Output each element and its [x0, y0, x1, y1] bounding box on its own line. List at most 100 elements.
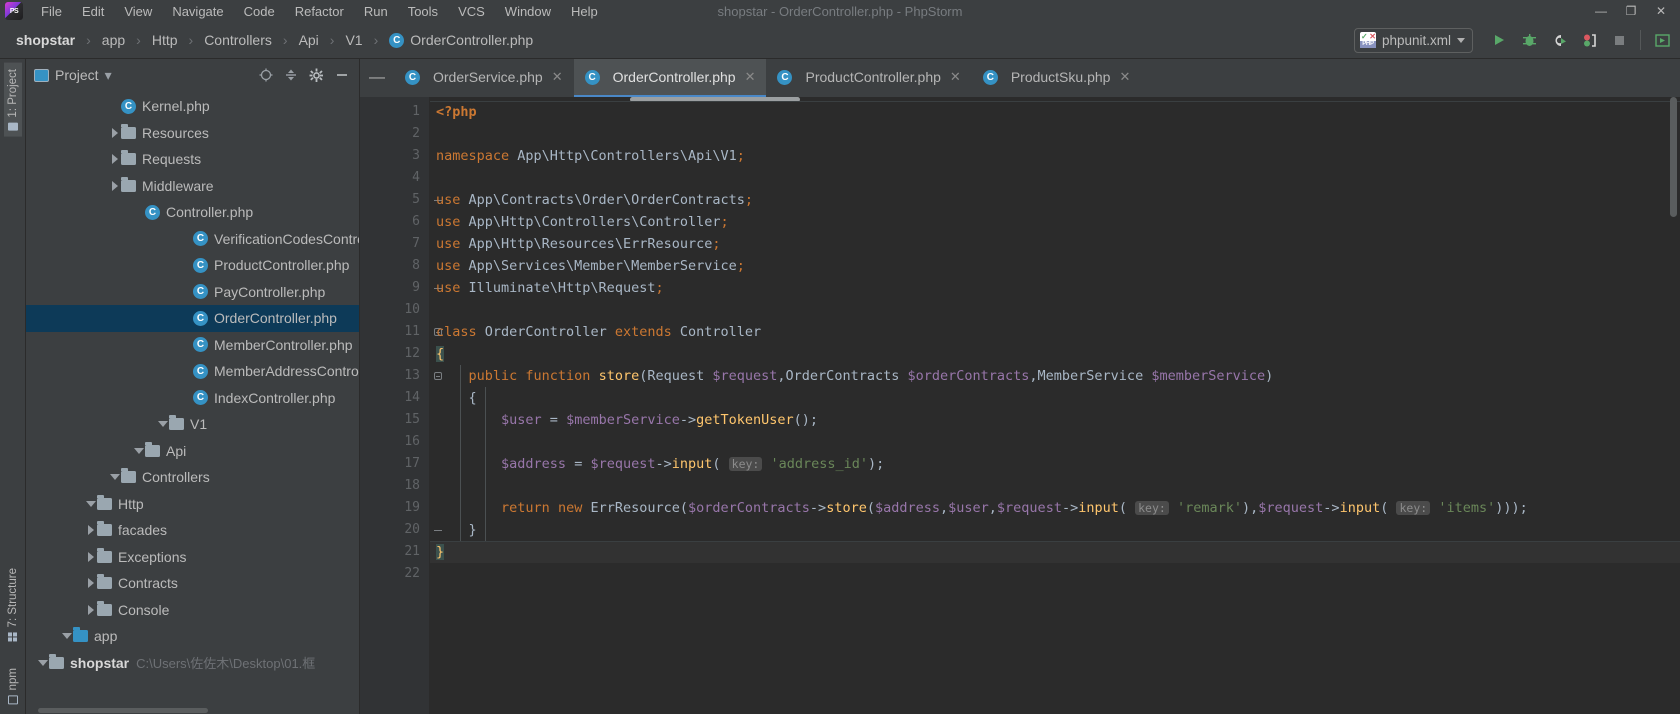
menu-item-tools[interactable]: Tools [398, 2, 448, 21]
breadcrumb-item-controllers[interactable]: Controllers [200, 30, 276, 50]
code-line[interactable]: use App\Http\Controllers\Controller; [430, 211, 1680, 233]
menu-item-run[interactable]: Run [354, 2, 398, 21]
tree-item[interactable]: C MemberAddressController.php [26, 358, 359, 385]
code-line[interactable]: use Illuminate\Http\Request; [430, 277, 1680, 299]
tree-item[interactable]: Middleware [26, 173, 359, 200]
editor-tab[interactable]: C ProductController.php ✕ [766, 59, 971, 97]
menu-item-help[interactable]: Help [561, 2, 608, 21]
code-line[interactable]: } [430, 519, 1680, 541]
rail-item-project[interactable]: 1: Project [3, 63, 22, 137]
code-line[interactable]: { [430, 343, 1680, 365]
chevron-right-icon[interactable] [84, 551, 97, 562]
menu-item-edit[interactable]: Edit [72, 2, 114, 21]
run-button[interactable] [1485, 26, 1513, 54]
tree-item[interactable]: Console [26, 597, 359, 624]
more-run-button[interactable] [1648, 26, 1676, 54]
tree-item[interactable]: Exceptions [26, 544, 359, 571]
editor-vertical-scrollbar[interactable] [1667, 97, 1680, 714]
menu-item-vcs[interactable]: VCS [448, 2, 495, 21]
tree-item[interactable]: C MemberController.php [26, 332, 359, 359]
menu-item-navigate[interactable]: Navigate [162, 2, 233, 21]
close-button[interactable]: ✕ [1646, 1, 1676, 21]
chevron-down-icon[interactable] [108, 474, 121, 481]
tree-item[interactable]: C Kernel.php [26, 93, 359, 120]
maximize-button[interactable]: ❐ [1616, 1, 1646, 21]
chevron-down-icon[interactable] [156, 421, 169, 428]
scrollbar-thumb[interactable] [1670, 97, 1677, 217]
chevron-down-icon[interactable] [132, 447, 145, 454]
editor-tab[interactable]: C ProductSku.php ✕ [972, 59, 1142, 97]
chevron-down-icon[interactable] [36, 659, 49, 666]
rail-item-npm[interactable]: npm [4, 662, 22, 710]
breadcrumb-item-shopstar[interactable]: shopstar [12, 30, 79, 50]
tree-item[interactable]: Requests [26, 146, 359, 173]
minimize-button[interactable]: — [1586, 1, 1616, 21]
project-horizontal-scrollbar[interactable] [26, 706, 359, 714]
collapse-all-icon[interactable] [284, 68, 298, 82]
tree-item[interactable]: Resources [26, 120, 359, 147]
tree-item[interactable]: C IndexController.php [26, 385, 359, 412]
tree-item[interactable]: V1 [26, 411, 359, 438]
close-icon[interactable]: ✕ [745, 69, 756, 85]
hide-panel-icon[interactable] [335, 68, 349, 82]
tree-item[interactable]: app [26, 623, 359, 650]
code-line[interactable] [430, 563, 1680, 585]
code-line[interactable]: use App\Services\Member\MemberService; [430, 255, 1680, 277]
menu-item-code[interactable]: Code [234, 2, 285, 21]
chevron-right-icon[interactable] [108, 127, 121, 138]
breadcrumb-item-file[interactable]: C OrderController.php [385, 30, 537, 50]
chevron-down-icon[interactable] [84, 500, 97, 507]
chevron-right-icon[interactable] [108, 154, 121, 165]
scrollbar-thumb[interactable] [38, 708, 208, 713]
stop-button[interactable] [1605, 26, 1633, 54]
code-line[interactable] [430, 475, 1680, 497]
code-line[interactable] [430, 431, 1680, 453]
editor-tab[interactable]: C OrderService.php ✕ [394, 59, 574, 97]
close-icon[interactable]: ✕ [1119, 69, 1130, 85]
tree-item[interactable]: Contracts [26, 570, 359, 597]
menu-item-file[interactable]: File [31, 2, 72, 21]
project-tree[interactable]: C Kernel.php Resources Requests Middleware C C… [26, 91, 359, 714]
menu-item-refactor[interactable]: Refactor [285, 2, 354, 21]
chevron-right-icon[interactable] [84, 604, 97, 615]
code-line[interactable]: namespace App\Http\Controllers\Api\V1; [430, 145, 1680, 167]
tree-item[interactable]: Http [26, 491, 359, 518]
breadcrumb-item-http[interactable]: Http [148, 30, 182, 50]
chevron-down-icon[interactable] [60, 633, 73, 640]
locate-icon[interactable] [259, 68, 273, 82]
run-with-coverage-button[interactable] [1545, 26, 1573, 54]
debug-button[interactable] [1515, 26, 1543, 54]
editor-tab[interactable]: C OrderController.php ✕ [573, 59, 767, 97]
settings-gear-icon[interactable] [309, 68, 324, 83]
chevron-down-icon[interactable]: ▾ [105, 67, 112, 84]
code-editor[interactable]: 1 2 3 4 5 6 7 8 9 10 11 12 13 14 15 16 17 18 19 20 21 22 <?ph… [360, 97, 1680, 714]
chevron-right-icon[interactable] [108, 180, 121, 191]
tree-item[interactable]: C ProductController.php [26, 252, 359, 279]
code-line[interactable]: class OrderController extends Controller [430, 321, 1680, 343]
tree-item[interactable]: C Controller.php [26, 199, 359, 226]
code-line[interactable] [430, 123, 1680, 145]
code-line[interactable]: } [430, 541, 1680, 563]
menu-item-view[interactable]: View [114, 2, 162, 21]
tree-item[interactable]: facades [26, 517, 359, 544]
code-line[interactable]: public function store(Request $request,O… [430, 365, 1680, 387]
tree-item[interactable]: shopstar C:\Users\佐佐木\Desktop\01.框 [26, 650, 359, 677]
tree-item[interactable]: Api [26, 438, 359, 465]
code-line[interactable] [430, 299, 1680, 321]
breadcrumb-item-app[interactable]: app [98, 30, 129, 50]
menu-item-window[interactable]: Window [495, 2, 561, 21]
profile-button[interactable] [1575, 26, 1603, 54]
run-configuration-selector[interactable]: ✓ ✕ PHP phpunit.xml [1353, 27, 1473, 53]
code-line[interactable]: $address = $request->input( key: 'addres… [430, 453, 1680, 475]
code-line[interactable]: <?php [430, 101, 1680, 123]
rail-item-structure[interactable]: 7: Structure [4, 562, 22, 647]
code-line[interactable]: { [430, 387, 1680, 409]
code-content[interactable]: <?php namespace App\Http\Controllers\Api… [430, 97, 1680, 714]
code-line[interactable]: use App\Http\Resources\ErrResource; [430, 233, 1680, 255]
tree-item[interactable]: C OrderController.php [26, 305, 359, 332]
chevron-right-icon[interactable] [84, 578, 97, 589]
editor-minimize-icon[interactable]: — [360, 59, 394, 97]
tree-item[interactable]: C PayController.php [26, 279, 359, 306]
code-line[interactable] [430, 167, 1680, 189]
breadcrumb-item-v1[interactable]: V1 [341, 30, 366, 50]
